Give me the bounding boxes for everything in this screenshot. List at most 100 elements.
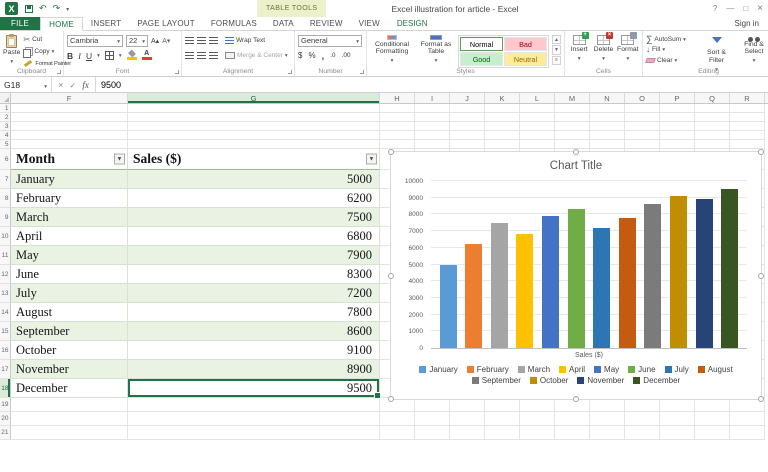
cell-H3[interactable] bbox=[380, 122, 415, 131]
paste-button[interactable]: Paste bbox=[3, 34, 20, 69]
cell-Q19[interactable] bbox=[695, 398, 730, 412]
bar-january[interactable] bbox=[439, 264, 457, 348]
cell-I5[interactable] bbox=[415, 140, 450, 149]
row-header-4[interactable]: 4 bbox=[0, 131, 11, 140]
tab-formulas[interactable]: FORMULAS bbox=[203, 17, 265, 30]
cell-O2[interactable] bbox=[625, 113, 660, 122]
row-header-6[interactable]: 6 bbox=[0, 149, 11, 170]
row-header-1[interactable]: 1 bbox=[0, 104, 11, 113]
chart-title[interactable]: Chart Title bbox=[391, 160, 761, 173]
cell-G20[interactable] bbox=[128, 412, 380, 426]
cell-R2[interactable] bbox=[730, 113, 765, 122]
cell-F2[interactable] bbox=[11, 113, 128, 122]
legend-item-october[interactable]: October bbox=[529, 376, 568, 385]
cell-R1[interactable] bbox=[730, 104, 765, 113]
cell-L21[interactable] bbox=[520, 426, 555, 440]
borders-button[interactable] bbox=[104, 51, 114, 60]
cell-K21[interactable] bbox=[485, 426, 520, 440]
wrap-text-button[interactable]: Wrap Text bbox=[225, 35, 265, 46]
cell-G5[interactable] bbox=[128, 140, 380, 149]
tab-file[interactable]: FILE bbox=[0, 17, 41, 30]
cell-O20[interactable] bbox=[625, 412, 660, 426]
format-cells-button[interactable]: Format bbox=[617, 32, 639, 65]
cell-M5[interactable] bbox=[555, 140, 590, 149]
cell-F1[interactable] bbox=[11, 104, 128, 113]
cell-G11[interactable]: 7900 bbox=[128, 246, 380, 265]
undo-icon[interactable] bbox=[39, 4, 47, 13]
cell-H19[interactable] bbox=[380, 398, 415, 412]
format-as-table-button[interactable]: Format as Table bbox=[416, 34, 456, 65]
cell-Q3[interactable] bbox=[695, 122, 730, 131]
cell-K1[interactable] bbox=[485, 104, 520, 113]
cell-I4[interactable] bbox=[415, 131, 450, 140]
cell-F8[interactable]: February bbox=[11, 189, 128, 208]
cell-F15[interactable]: September bbox=[11, 322, 128, 341]
cell-O4[interactable] bbox=[625, 131, 660, 140]
cell-Q21[interactable] bbox=[695, 426, 730, 440]
row-header-17[interactable]: 17 bbox=[0, 360, 11, 379]
cell-M20[interactable] bbox=[555, 412, 590, 426]
grow-font-button[interactable] bbox=[151, 37, 159, 45]
chart-resize-handle[interactable] bbox=[388, 396, 394, 402]
insert-function-icon[interactable] bbox=[82, 80, 89, 90]
cell-G13[interactable]: 7200 bbox=[128, 284, 380, 303]
cell-K3[interactable] bbox=[485, 122, 520, 131]
cell-J21[interactable] bbox=[450, 426, 485, 440]
cell-P20[interactable] bbox=[660, 412, 695, 426]
cell-N1[interactable] bbox=[590, 104, 625, 113]
cell-G16[interactable]: 9100 bbox=[128, 341, 380, 360]
delete-cells-button[interactable]: Delete bbox=[592, 32, 614, 65]
decrease-decimal-button[interactable] bbox=[342, 52, 351, 59]
cell-N21[interactable] bbox=[590, 426, 625, 440]
cell-F3[interactable] bbox=[11, 122, 128, 131]
name-box[interactable]: G18 bbox=[0, 77, 52, 92]
table-header-month[interactable]: Month ▼ bbox=[11, 149, 128, 170]
legend-item-march[interactable]: March bbox=[517, 365, 550, 374]
column-header-i[interactable]: I bbox=[415, 93, 450, 103]
cell-J4[interactable] bbox=[450, 131, 485, 140]
number-dialog-launcher-icon[interactable] bbox=[360, 70, 364, 74]
clipboard-dialog-launcher-icon[interactable] bbox=[57, 70, 61, 74]
column-header-q[interactable]: Q bbox=[695, 93, 730, 103]
cell-G12[interactable]: 8300 bbox=[128, 265, 380, 284]
cell-style-neutral[interactable]: Neutral bbox=[504, 52, 547, 66]
cell-I20[interactable] bbox=[415, 412, 450, 426]
cell-F21[interactable] bbox=[11, 426, 128, 440]
cell-F14[interactable]: August bbox=[11, 303, 128, 322]
cell-I1[interactable] bbox=[415, 104, 450, 113]
cell-G15[interactable]: 8600 bbox=[128, 322, 380, 341]
align-center-icon[interactable] bbox=[197, 52, 206, 59]
cell-M21[interactable] bbox=[555, 426, 590, 440]
cell-R20[interactable] bbox=[730, 412, 765, 426]
bar-november[interactable] bbox=[695, 199, 713, 348]
cell-J5[interactable] bbox=[450, 140, 485, 149]
percent-style-button[interactable] bbox=[308, 51, 315, 60]
cell-K20[interactable] bbox=[485, 412, 520, 426]
cell-P4[interactable] bbox=[660, 131, 695, 140]
cell-N20[interactable] bbox=[590, 412, 625, 426]
align-right-icon[interactable] bbox=[209, 52, 218, 59]
row-header-13[interactable]: 13 bbox=[0, 284, 11, 303]
cell-H2[interactable] bbox=[380, 113, 415, 122]
row-header-12[interactable]: 12 bbox=[0, 265, 11, 284]
cell-L1[interactable] bbox=[520, 104, 555, 113]
cell-G10[interactable]: 6800 bbox=[128, 227, 380, 246]
chart-resize-handle[interactable] bbox=[573, 396, 579, 402]
save-icon[interactable] bbox=[25, 4, 33, 13]
cell-I21[interactable] bbox=[415, 426, 450, 440]
cell-H1[interactable] bbox=[380, 104, 415, 113]
legend-item-september[interactable]: September bbox=[471, 376, 521, 385]
cell-N4[interactable] bbox=[590, 131, 625, 140]
minimize-icon[interactable] bbox=[726, 4, 734, 13]
cell-F9[interactable]: March bbox=[11, 208, 128, 227]
cell-M4[interactable] bbox=[555, 131, 590, 140]
row-header-14[interactable]: 14 bbox=[0, 303, 11, 322]
sort-filter-button[interactable]: Sort & Filter bbox=[699, 34, 734, 65]
cell-F4[interactable] bbox=[11, 131, 128, 140]
cell-F7[interactable]: January bbox=[11, 170, 128, 189]
column-header-k[interactable]: K bbox=[485, 93, 520, 103]
cell-G4[interactable] bbox=[128, 131, 380, 140]
qat-customize-icon[interactable] bbox=[66, 4, 69, 13]
gallery-more-icon[interactable]: ≡ bbox=[552, 55, 561, 65]
cell-R3[interactable] bbox=[730, 122, 765, 131]
